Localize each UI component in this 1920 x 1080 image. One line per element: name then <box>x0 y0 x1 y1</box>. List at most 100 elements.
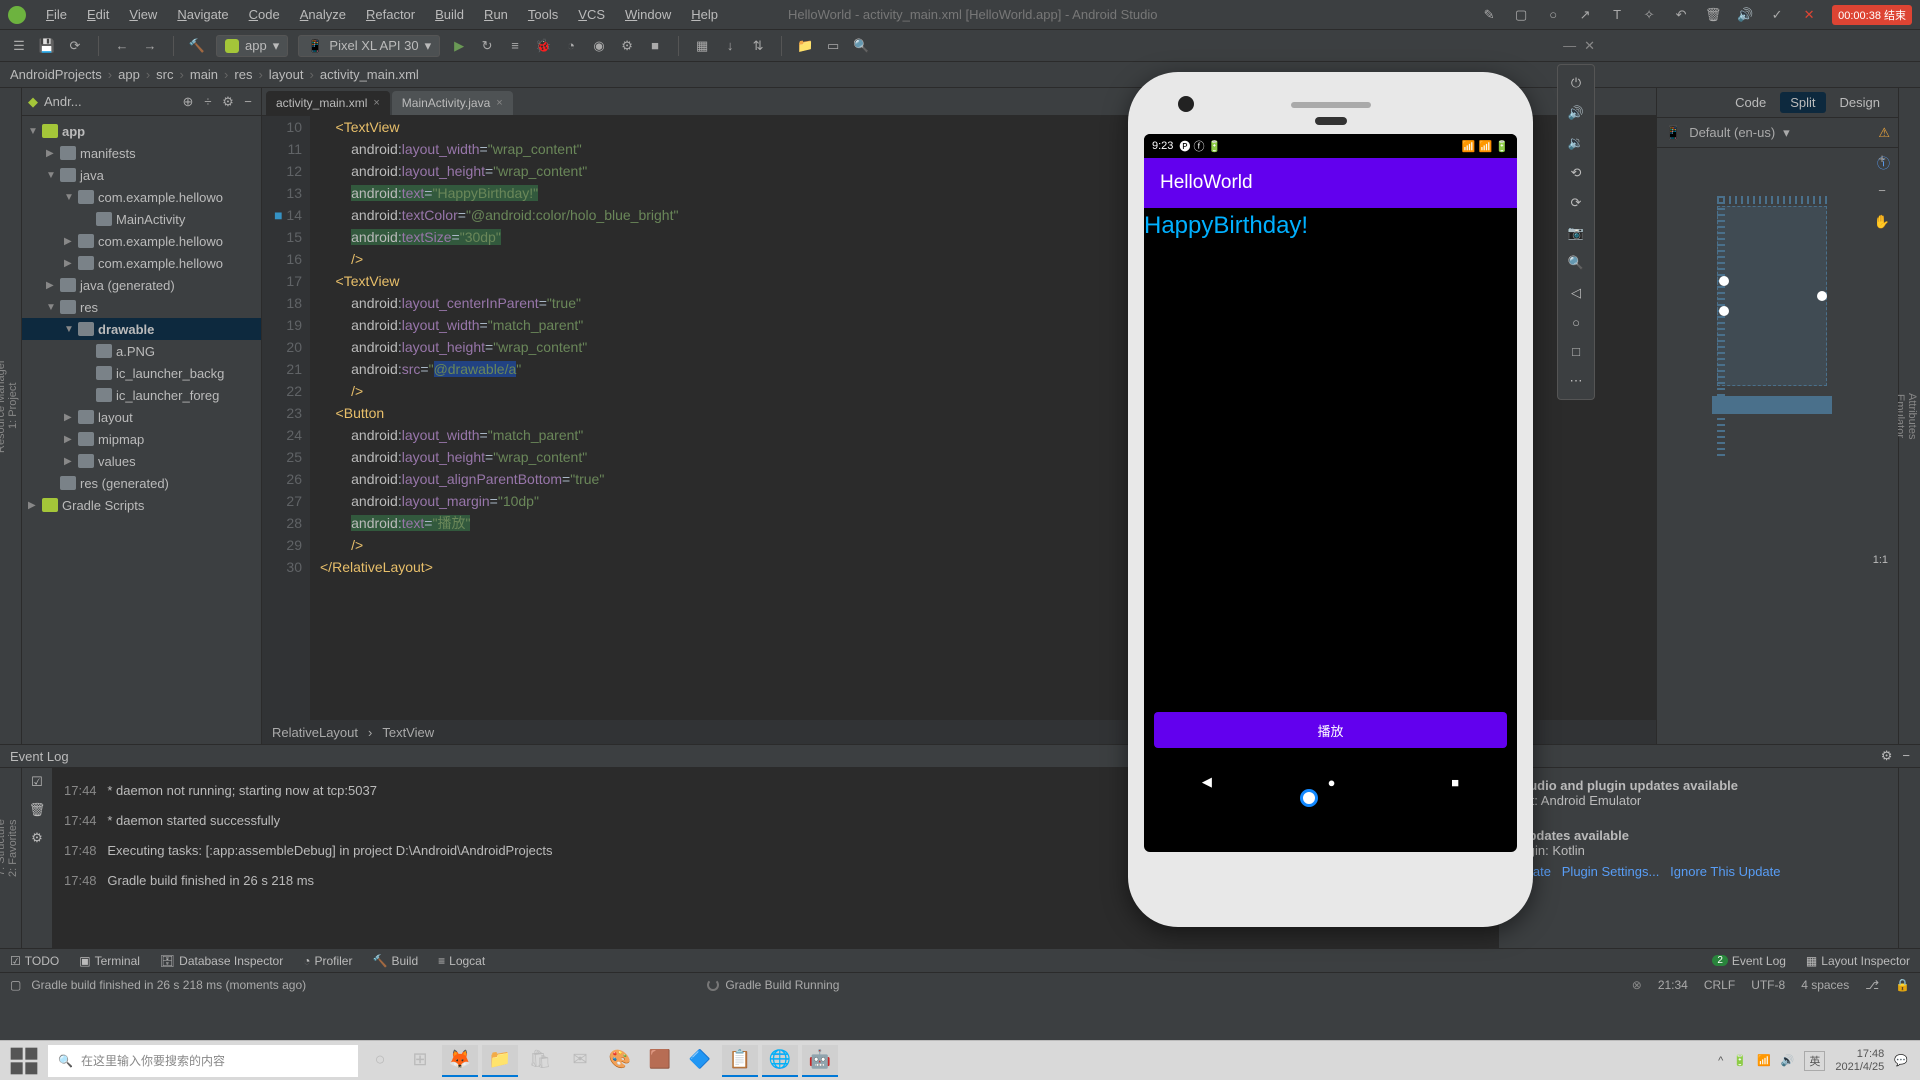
pan-icon[interactable]: ✋ <box>1872 212 1892 232</box>
volume-icon[interactable]: 🔊 <box>1781 1054 1795 1067</box>
rerun-icon[interactable]: ↻ <box>478 37 496 55</box>
check-icon[interactable]: ✓ <box>1768 6 1786 24</box>
circle-icon[interactable]: ○ <box>1544 6 1562 24</box>
battery-icon[interactable]: 🔋 <box>1733 1054 1747 1067</box>
branch-icon[interactable]: ⎇ <box>1865 978 1879 992</box>
close-icon[interactable]: ✕ <box>1584 38 1595 54</box>
breadcrumb-item[interactable]: app <box>118 67 140 82</box>
close-icon[interactable]: ⊗ <box>1632 978 1642 992</box>
rotate-right-icon[interactable]: ⟳ <box>1571 195 1582 211</box>
gear-icon[interactable]: ⚙ <box>221 95 235 109</box>
menu-help[interactable]: Help <box>681 3 728 26</box>
play-button[interactable]: 播放 <box>1154 712 1507 748</box>
layout-inspector-tab[interactable]: ▦ Layout Inspector <box>1806 954 1910 968</box>
tree-row[interactable]: ▶mipmap <box>22 428 261 450</box>
design-tab-split[interactable]: Split <box>1780 92 1825 113</box>
lock-icon[interactable]: 🔒 <box>1895 978 1910 992</box>
menu-build[interactable]: Build <box>425 3 474 26</box>
menu-run[interactable]: Run <box>474 3 518 26</box>
tree-row[interactable]: ▼drawable <box>22 318 261 340</box>
zoom-icon[interactable]: 🔍 <box>1568 255 1584 271</box>
home-icon[interactable]: ○ <box>1572 315 1580 330</box>
trash-icon[interactable]: 🗑 <box>29 802 46 818</box>
menu-analyze[interactable]: Analyze <box>290 3 356 26</box>
volume-up-icon[interactable]: 🔊 <box>1568 105 1584 121</box>
tree-row[interactable]: ▶manifests <box>22 142 261 164</box>
run-icon[interactable]: ▶ <box>450 37 468 55</box>
tree-row[interactable]: ▶java (generated) <box>22 274 261 296</box>
tree-row[interactable]: ▶com.example.hellowo <box>22 252 261 274</box>
zoom-in-icon[interactable]: + <box>1872 148 1892 168</box>
attach-icon[interactable]: ◉ <box>590 37 608 55</box>
menu-file[interactable]: File <box>36 3 77 26</box>
menu-refactor[interactable]: Refactor <box>356 3 425 26</box>
clock[interactable]: 17:48 2021/4/25 <box>1835 1048 1884 1074</box>
tree-row[interactable]: ▶com.example.hellowo <box>22 230 261 252</box>
check-icon[interactable]: ☑ <box>31 774 43 790</box>
ime-indicator[interactable]: 英 <box>1804 1051 1825 1071</box>
editor-tab[interactable]: activity_main.xml× <box>266 91 390 115</box>
breadcrumb-item[interactable]: main <box>190 67 218 82</box>
avd-icon[interactable]: ▦ <box>693 37 711 55</box>
design-tab-code[interactable]: Code <box>1725 92 1776 113</box>
firefox-icon[interactable]: 🦊 <box>442 1045 478 1077</box>
logcat-tab[interactable]: ≡ Logcat <box>438 954 485 968</box>
home-icon[interactable]: ● <box>1328 775 1336 790</box>
tree-row[interactable]: ic_launcher_foreg <box>22 384 261 406</box>
locale-dropdown[interactable]: Default (en-us) <box>1689 125 1775 140</box>
menu-tools[interactable]: Tools <box>518 3 568 26</box>
minimize-icon[interactable]: − <box>241 95 255 109</box>
project-tab[interactable]: 1: Project <box>7 98 19 714</box>
rotate-left-icon[interactable]: ⟲ <box>1571 165 1582 181</box>
explorer-icon[interactable]: 📁 <box>482 1045 518 1077</box>
profiler-tab[interactable]: ◔ Profiler <box>303 954 352 968</box>
tree-row[interactable]: ▶Gradle Scripts <box>22 494 261 516</box>
apply-icon[interactable]: ⚙ <box>618 37 636 55</box>
build-tab[interactable]: 🔨 Build <box>372 954 418 968</box>
breadcrumb-item[interactable]: layout <box>269 67 304 82</box>
tree-row[interactable]: ▼java <box>22 164 261 186</box>
menu-edit[interactable]: Edit <box>77 3 119 26</box>
menu-navigate[interactable]: Navigate <box>167 3 238 26</box>
menu-code[interactable]: Code <box>239 3 290 26</box>
minimize-icon[interactable]: − <box>1902 748 1910 764</box>
app-icon[interactable]: 🎨 <box>602 1045 638 1077</box>
close-icon[interactable]: × <box>373 97 379 109</box>
warning-icon[interactable]: ⚠ <box>1878 125 1890 141</box>
edge-icon[interactable]: 🌐 <box>762 1045 798 1077</box>
tree-row[interactable]: ▶values <box>22 450 261 472</box>
attributes-tab[interactable]: Attributes <box>1906 98 1918 734</box>
terminal-tab[interactable]: ▣ Terminal <box>79 954 140 968</box>
refresh-icon[interactable]: ⟳ <box>66 37 84 55</box>
tree-row[interactable]: a.PNG <box>22 340 261 362</box>
record-badge[interactable]: 00:00:38 结束 <box>1832 5 1912 25</box>
app-icon[interactable]: 📋 <box>722 1045 758 1077</box>
design-canvas[interactable]: 1:1 <box>1657 176 1898 576</box>
ignore-link[interactable]: Ignore This Update <box>1670 864 1780 879</box>
open-icon[interactable]: ☰ <box>10 37 28 55</box>
stop-icon[interactable]: ■ <box>646 37 664 55</box>
undo-icon[interactable]: ↶ <box>1672 6 1690 24</box>
tree-row[interactable]: ▼app <box>22 120 261 142</box>
chevron-up-icon[interactable]: ^ <box>1718 1055 1723 1067</box>
eventlog-tab[interactable]: 2 Event Log <box>1712 954 1786 968</box>
start-button[interactable] <box>4 1045 44 1077</box>
sdk-icon[interactable]: ↓ <box>721 37 739 55</box>
search-icon[interactable]: 🔍 <box>852 37 870 55</box>
resource-mgr-tab[interactable]: Resource Manager <box>0 98 7 714</box>
breadcrumb-item[interactable]: src <box>156 67 173 82</box>
back-icon[interactable]: ◀ <box>1202 774 1212 790</box>
volume-down-icon[interactable]: 🔉 <box>1568 135 1584 151</box>
more-icon[interactable]: ⋯ <box>1570 373 1583 389</box>
debug-icon[interactable]: 🐞 <box>534 37 552 55</box>
tree-row[interactable]: ▼com.example.hellowo <box>22 186 261 208</box>
tree-row[interactable]: res (generated) <box>22 472 261 494</box>
task-view-icon[interactable]: ⊞ <box>402 1045 438 1077</box>
tree-row[interactable]: MainActivity <box>22 208 261 230</box>
breadcrumb-item[interactable]: AndroidProjects <box>10 67 102 82</box>
hammer-icon[interactable]: 🔨 <box>188 37 206 55</box>
menu-vcs[interactable]: VCS <box>568 3 615 26</box>
power-icon[interactable]: ⏻ <box>1571 75 1581 91</box>
cortana-icon[interactable]: ○ <box>362 1045 398 1077</box>
menu-window[interactable]: Window <box>615 3 681 26</box>
